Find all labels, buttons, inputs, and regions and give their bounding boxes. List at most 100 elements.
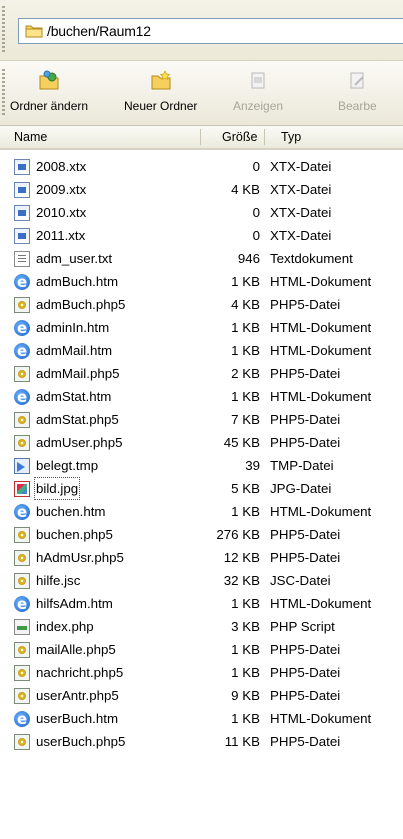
file-row[interactable]: admMail.htm 1 KB HTML-Dokument [0,339,403,363]
html-file-icon [14,593,30,616]
file-type: HTML-Dokument [270,389,372,404]
address-input[interactable]: /buchen/Raum12 [18,18,403,44]
file-row[interactable]: admStat.htm 1 KB HTML-Dokument [0,385,403,409]
file-row[interactable]: mailAlle.php5 1 KB PHP5-Datei [0,638,403,661]
html-file-icon [14,271,30,294]
php5-file-icon [14,412,30,428]
file-name: hAdmUsr.php5 [36,550,124,565]
xtx-file-icon [14,182,30,198]
file-row[interactable]: 2011.xtx 0 XTX-Datei [0,224,403,247]
file-name: hilfe.jsc [36,573,81,588]
new-folder-button[interactable]: Neuer Ordner [124,69,197,121]
file-row[interactable]: adm_user.txt 946 Textdokument [0,247,403,270]
text-file-icon [14,251,30,267]
file-size: 9 KB [231,688,260,703]
file-name: userBuch.htm [36,711,119,726]
column-size-header[interactable]: Größe [222,126,257,148]
file-size: 3 KB [231,619,260,634]
file-row[interactable]: userBuch.php5 11 KB PHP5-Datei [0,730,403,753]
file-row[interactable]: hilfe.jsc 32 KB JSC-Datei [0,569,403,592]
file-size: 39 [245,458,260,473]
file-row[interactable]: bild.jpg 5 KB JPG-Datei [0,477,403,500]
file-name: admStat.htm [36,389,112,404]
file-type: XTX-Datei [270,159,332,174]
view-label: Anzeigen [233,99,284,113]
php5-file-icon [14,665,30,681]
php-script-icon [14,619,30,635]
file-name: admUser.php5 [36,435,123,450]
file-name: admMail.php5 [36,366,120,381]
edit-label: Bearbe [338,99,377,113]
jpg-file-icon [14,481,30,497]
column-name-header[interactable]: Name [14,126,47,148]
file-size: 1 KB [231,665,260,680]
file-row[interactable]: buchen.htm 1 KB HTML-Dokument [0,500,403,524]
file-row[interactable]: 2009.xtx 4 KB XTX-Datei [0,178,403,201]
file-name: admBuch.php5 [36,297,126,312]
file-type: HTML-Dokument [270,274,372,289]
address-bar-toolbar: /buchen/Raum12 [0,0,403,61]
file-type: PHP5-Datei [270,665,341,680]
toolbar-grip[interactable] [2,69,5,117]
file-type: XTX-Datei [270,205,332,220]
file-size: 1 KB [231,274,260,289]
file-name: nachricht.php5 [36,665,124,680]
toolbar-grip[interactable] [2,6,5,52]
file-name: 2009.xtx [36,182,87,197]
file-type: HTML-Dokument [270,504,372,519]
change-folder-button[interactable]: Ordner ändern [10,69,88,121]
file-name: adm_user.txt [36,251,113,266]
file-row[interactable]: admBuch.htm 1 KB HTML-Dokument [0,270,403,294]
column-type-header[interactable]: Typ [281,126,301,148]
html-file-icon [14,317,30,340]
column-divider[interactable] [264,129,265,145]
file-name: index.php [36,619,94,634]
file-type: HTML-Dokument [270,596,372,611]
file-row[interactable]: admMail.php5 2 KB PHP5-Datei [0,362,403,385]
file-type: JSC-Datei [270,573,331,588]
file-name: adminIn.htm [36,320,110,335]
php5-file-icon [14,734,30,750]
file-row[interactable]: adminIn.htm 1 KB HTML-Dokument [0,316,403,340]
file-row[interactable]: userBuch.htm 1 KB HTML-Dokument [0,707,403,731]
file-row[interactable]: hAdmUsr.php5 12 KB PHP5-Datei [0,546,403,569]
file-row[interactable]: index.php 3 KB PHP Script [0,615,403,638]
html-file-icon [14,708,30,731]
file-row[interactable]: admBuch.php5 4 KB PHP5-Datei [0,293,403,316]
file-type: PHP5-Datei [270,297,341,312]
file-type: PHP5-Datei [270,642,341,657]
file-row[interactable]: buchen.php5 276 KB PHP5-Datei [0,523,403,546]
file-type: PHP5-Datei [270,688,341,703]
file-name: buchen.php5 [36,527,113,542]
file-type: PHP Script [270,619,335,634]
view-button[interactable]: Anzeigen [233,69,283,121]
file-row[interactable]: userAntr.php5 9 KB PHP5-Datei [0,684,403,707]
file-type: HTML-Dokument [270,711,372,726]
file-row[interactable]: admUser.php5 45 KB PHP5-Datei [0,431,403,454]
file-row[interactable]: belegt.tmp 39 TMP-Datei [0,454,403,477]
column-divider[interactable] [200,129,201,145]
file-row[interactable]: hilfsAdm.htm 1 KB HTML-Dokument [0,592,403,616]
html-file-icon [14,340,30,363]
file-name: admBuch.htm [36,274,119,289]
xtx-file-icon [14,159,30,175]
html-file-icon [14,386,30,409]
file-type: Textdokument [270,251,353,266]
file-row[interactable]: 2010.xtx 0 XTX-Datei [0,201,403,224]
html-file-icon [14,501,30,524]
file-name: 2011.xtx [36,228,86,243]
file-list: 2008.xtx 0 XTX-Datei 2009.xtx 4 KB XTX-Datei 2… [0,155,403,753]
edit-button[interactable]: Bearbe [338,69,377,121]
file-size: 45 KB [223,435,260,450]
php5-file-icon [14,550,30,566]
main-toolbar: Ordner ändern Neuer Ordner Anzeigen Bear… [0,61,403,126]
file-size: 1 KB [231,596,260,611]
edit-icon [345,69,369,93]
file-size: 946 [237,251,260,266]
file-row[interactable]: admStat.php5 7 KB PHP5-Datei [0,408,403,431]
file-row[interactable]: 2008.xtx 0 XTX-Datei [0,155,403,178]
php5-file-icon [14,688,30,704]
file-row[interactable]: nachricht.php5 1 KB PHP5-Datei [0,661,403,684]
file-size: 0 [252,159,260,174]
file-size: 4 KB [231,297,260,312]
